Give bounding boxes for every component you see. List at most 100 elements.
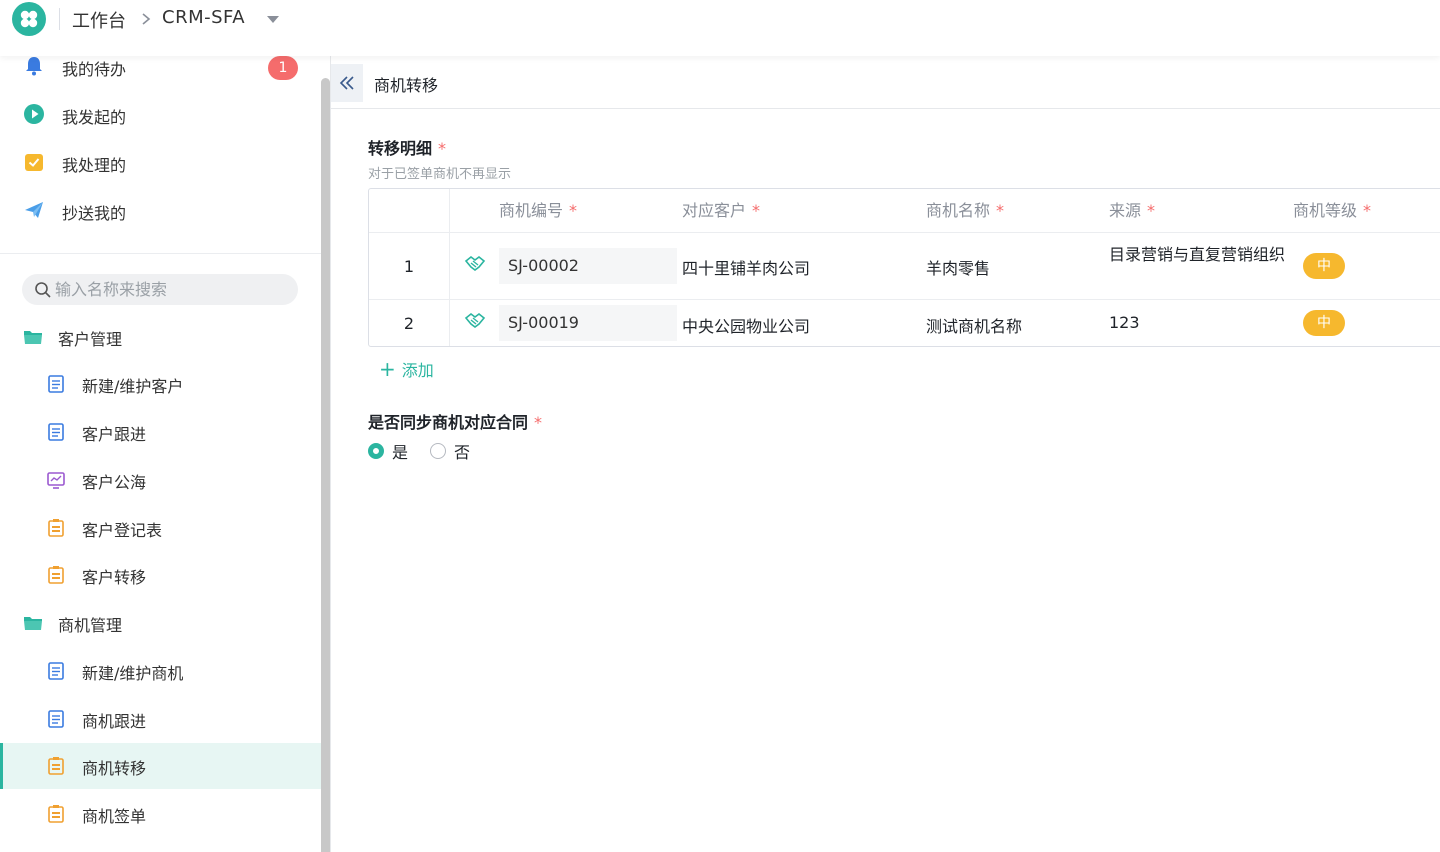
row-index: 1: [403, 257, 415, 276]
sidebar-group-opportunity[interactable]: 商机管理: [0, 601, 322, 645]
search-input[interactable]: [55, 274, 290, 305]
opportunity-name-cell: 羊肉零售: [926, 259, 991, 278]
sidebar-item-label: 抄送我的: [62, 204, 127, 223]
required-mark: *: [996, 201, 1005, 220]
level-tag: 中: [1303, 310, 1345, 336]
caret-down-icon[interactable]: [267, 16, 279, 23]
sidebar-divider: [0, 253, 322, 254]
form-icon: [48, 375, 64, 393]
sidebar-item-label: 客户登记表: [82, 521, 163, 540]
play-circle-icon: [22, 102, 46, 126]
handshake-icon[interactable]: [464, 310, 486, 332]
opportunity-code-field[interactable]: SJ-00019: [499, 305, 677, 341]
add-row-label: 添加: [401, 361, 434, 380]
column-header-source: 来源 *: [1109, 189, 1155, 233]
form-icon: [48, 662, 64, 680]
plus-icon: +: [379, 357, 396, 381]
column-header-label: 对应客户: [682, 201, 747, 220]
sync-contract-radio-group: 是 否: [368, 440, 492, 462]
column-header-label: 商机名称: [926, 201, 991, 220]
sidebar-item-label: 商机签单: [82, 807, 147, 826]
sidebar-item-label: 商机转移: [82, 759, 147, 778]
report-icon: [48, 566, 64, 584]
opportunity-name-cell: 测试商机名称: [926, 317, 1023, 336]
checklist-icon: [22, 150, 46, 174]
report-icon: [48, 757, 64, 775]
form-icon: [48, 423, 64, 441]
sidebar-item-label: 商机跟进: [82, 712, 147, 731]
top-bar: 工作台 CRM-SFA: [0, 0, 1440, 56]
sidebar-item-customer-register[interactable]: 客户登记表: [0, 505, 322, 551]
todo-count-badge: 1: [268, 56, 298, 80]
transfer-detail-table: 商机编号 * 对应客户 * 商机名称 * 来源 * 商机等级 * 1 SJ-00002 四…: [368, 188, 1440, 347]
column-header-name: 商机名称 *: [926, 189, 1004, 233]
form-icon: [48, 710, 64, 728]
sidebar-group-label: 商机管理: [58, 616, 123, 635]
double-chevron-left-icon: [339, 76, 354, 90]
sidebar-item-label: 新建/维护客户: [82, 377, 184, 396]
sidebar-group-label: 客户管理: [58, 330, 123, 349]
sidebar-item-opportunity-maintain[interactable]: 新建/维护商机: [0, 648, 322, 694]
required-mark: *: [752, 201, 761, 220]
customer-cell: 四十里铺羊肉公司: [682, 259, 811, 278]
sidebar-group-customer[interactable]: 客户管理: [0, 315, 322, 359]
sidebar-item-label: 客户跟进: [82, 425, 147, 444]
row-index: 2: [403, 314, 415, 333]
radio-unchecked-icon[interactable]: [430, 443, 447, 459]
sidebar-item-customer-transfer[interactable]: 客户转移: [0, 552, 322, 598]
column-header-customer: 对应客户 *: [682, 189, 760, 233]
sidebar-item-customer-maintain[interactable]: 新建/维护客户: [0, 361, 322, 407]
sidebar-item-label: 我处理的: [62, 156, 127, 175]
topbar-divider: [59, 8, 60, 30]
sidebar-item-opportunity-followup[interactable]: 商机跟进: [0, 696, 322, 742]
breadcrumb-app[interactable]: CRM-SFA: [162, 7, 245, 28]
collapse-sidebar-button[interactable]: [331, 64, 363, 102]
chevron-right-icon: [142, 13, 151, 25]
app-logo-icon[interactable]: [12, 2, 46, 36]
opportunity-code-field[interactable]: SJ-00002: [499, 248, 677, 284]
transfer-detail-label: 转移明细 *: [368, 135, 446, 159]
bell-icon: [22, 54, 46, 78]
handshake-icon[interactable]: [464, 253, 486, 275]
customer-cell: 中央公园物业公司: [682, 317, 811, 336]
sidebar-item-customer-pool[interactable]: 客户公海: [0, 457, 322, 503]
main-content: 商机转移 转移明细 * 对于已签单商机不再显示 商机编号 * 对应客户 * 商机名称 *…: [331, 56, 1440, 852]
column-header-label: 来源: [1109, 201, 1142, 220]
required-mark: *: [534, 413, 543, 432]
page-title: 商机转移: [374, 76, 439, 95]
column-header-code: 商机编号 *: [499, 189, 577, 233]
required-mark: *: [1363, 201, 1372, 220]
field-label: 转移明细: [368, 139, 433, 158]
breadcrumb-home[interactable]: 工作台: [72, 7, 126, 33]
field-label: 是否同步商机对应合同: [368, 413, 529, 432]
source-cell: 目录营销与直复营销组织: [1109, 245, 1286, 264]
required-mark: *: [569, 201, 578, 220]
row-divider: [369, 232, 1440, 233]
sidebar-item-customer-followup[interactable]: 客户跟进: [0, 409, 322, 455]
sidebar-item-initiated[interactable]: 我发起的: [0, 94, 322, 134]
sidebar-item-label: 客户公海: [82, 473, 147, 492]
index-column-divider: [449, 189, 450, 346]
sidebar-item-label: 我发起的: [62, 108, 127, 127]
required-mark: *: [1147, 201, 1156, 220]
folder-icon: [24, 331, 42, 344]
level-tag: 中: [1303, 253, 1345, 279]
sidebar-item-handled[interactable]: 我处理的: [0, 142, 322, 182]
sidebar-item-opportunity-sign[interactable]: 商机签单: [0, 791, 322, 837]
folder-icon: [24, 617, 42, 630]
row-divider: [369, 299, 1440, 300]
search-icon: [35, 282, 51, 298]
sidebar-search[interactable]: [22, 274, 298, 305]
add-row-button[interactable]: + 添加: [379, 358, 434, 380]
paper-plane-icon: [22, 198, 46, 222]
radio-no[interactable]: 否: [430, 439, 470, 463]
radio-yes[interactable]: 是: [368, 439, 408, 463]
radio-label: 是: [392, 443, 409, 462]
sidebar-item-cc-me[interactable]: 抄送我的: [0, 190, 322, 230]
radio-checked-icon[interactable]: [368, 443, 384, 459]
sidebar-scrollbar[interactable]: [321, 78, 330, 852]
sidebar-item-opportunity-transfer[interactable]: 商机转移: [0, 743, 322, 789]
sync-contract-label: 是否同步商机对应合同 *: [368, 409, 542, 433]
column-header-level: 商机等级 *: [1293, 189, 1371, 233]
column-header-label: 商机等级: [1293, 201, 1358, 220]
